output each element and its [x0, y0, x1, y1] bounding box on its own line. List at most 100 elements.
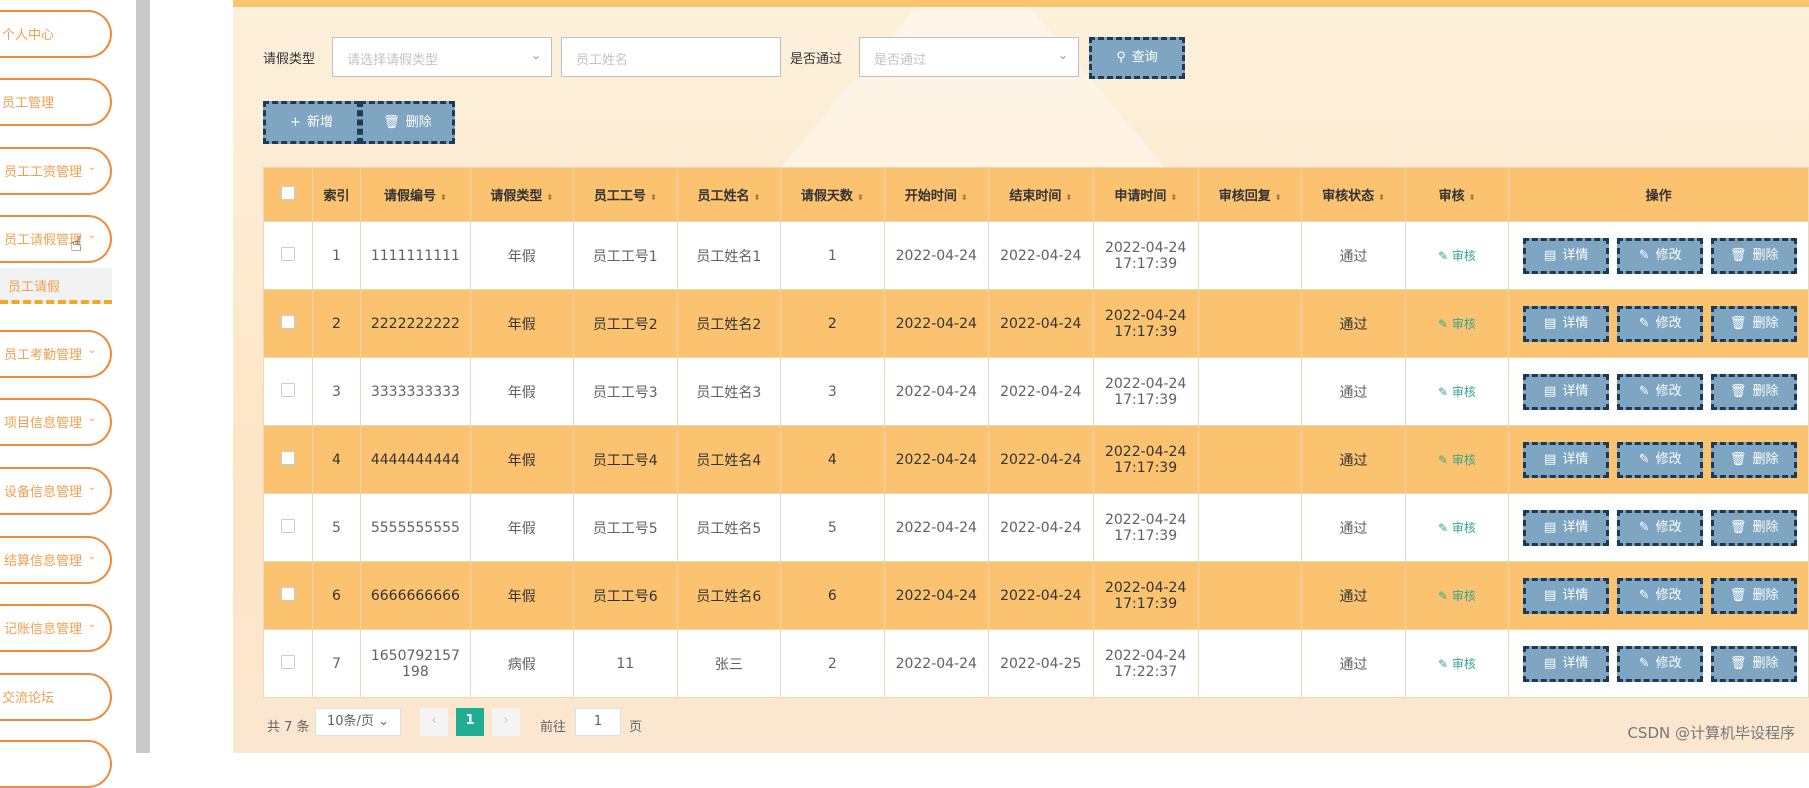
row-checkbox-cell[interactable]	[263, 221, 313, 290]
row-checkbox-cell[interactable]	[263, 561, 313, 630]
sidebar-item-salary[interactable]: 员工工资管理 ⌄	[0, 147, 112, 195]
page-size-select[interactable]: 10条/页 ⌄	[315, 708, 401, 736]
column-header[interactable]: 审核回复 ⬍	[1197, 167, 1303, 222]
sort-icon[interactable]: ⬍	[753, 193, 760, 202]
edit-button[interactable]: ✎ 修改	[1617, 237, 1704, 274]
sidebar-item-project[interactable]: 项目信息管理 ⌄	[0, 398, 112, 446]
detail-button[interactable]: ▤ 详情	[1523, 305, 1610, 342]
document-icon: ▤	[1544, 315, 1557, 331]
sort-icon[interactable]: ⬍	[1469, 193, 1476, 202]
sidebar-item-forum[interactable]: 交流论坛	[0, 673, 112, 721]
row-checkbox-cell[interactable]	[263, 289, 313, 358]
edit-button[interactable]: ✎ 修改	[1617, 509, 1704, 546]
next-page-button[interactable]: ›	[492, 708, 520, 736]
row-checkbox-cell[interactable]	[263, 425, 313, 494]
leave-type-placeholder: 请选择请假类型	[347, 53, 439, 68]
cell-employee-no: 员工工号3	[572, 357, 678, 426]
delete-button[interactable]: 🗑 删除	[360, 101, 455, 144]
sidebar-item-employee[interactable]: 员工管理	[0, 78, 112, 126]
page-number: 1	[465, 713, 475, 728]
edit-button[interactable]: ✎ 修改	[1617, 441, 1704, 478]
sort-icon[interactable]: ⬍	[1275, 193, 1282, 202]
select-all-checkbox[interactable]	[280, 185, 295, 200]
cell-leave-no: 1111111111	[360, 221, 471, 290]
audit-link[interactable]: ✎ 审核	[1438, 249, 1476, 263]
column-header[interactable]: 审核状态 ⬍	[1301, 167, 1406, 222]
column-header[interactable]: 请假类型 ⬍	[469, 167, 574, 222]
audit-link[interactable]: ✎ 审核	[1438, 589, 1476, 603]
column-header[interactable]: 申请时间 ⬍	[1092, 167, 1199, 222]
row-checkbox[interactable]	[280, 450, 295, 465]
sidebar-item-equipment[interactable]: 设备信息管理 ⌄	[0, 467, 112, 515]
edit-button[interactable]: ✎ 修改	[1617, 645, 1704, 682]
row-checkbox[interactable]	[280, 518, 295, 533]
cell-leave-type: 年假	[469, 357, 574, 426]
row-checkbox-cell[interactable]	[263, 629, 313, 698]
sidebar-item-attendance[interactable]: 员工考勤管理 ⌄	[0, 330, 112, 378]
row-checkbox[interactable]	[280, 654, 295, 669]
cell-reply	[1197, 357, 1303, 426]
row-checkbox[interactable]	[280, 314, 295, 329]
audit-link[interactable]: ✎ 审核	[1438, 317, 1476, 331]
detail-button[interactable]: ▤ 详情	[1523, 645, 1610, 682]
audit-link[interactable]: ✎ 审核	[1438, 657, 1476, 671]
sort-icon[interactable]: ⬍	[440, 193, 447, 202]
passed-select[interactable]: 是否通过 ⌄	[859, 37, 1079, 77]
sidebar-item-personal-center[interactable]: 个人中心	[0, 10, 112, 58]
cell-start-date: 2022-04-24	[883, 357, 989, 426]
row-delete-button[interactable]: 🗑 删除	[1711, 441, 1798, 478]
edit-button[interactable]: ✎ 修改	[1617, 373, 1704, 410]
audit-link[interactable]: ✎ 审核	[1438, 385, 1476, 399]
row-checkbox[interactable]	[280, 586, 295, 601]
row-delete-button[interactable]: 🗑 删除	[1711, 509, 1798, 546]
prev-page-button[interactable]: ‹	[420, 708, 448, 736]
page-1-button[interactable]: 1	[456, 708, 484, 736]
detail-button[interactable]: ▤ 详情	[1523, 441, 1610, 478]
sort-icon[interactable]: ⬍	[546, 193, 553, 202]
sidebar-item-accounting[interactable]: 记账信息管理 ⌄	[0, 604, 112, 652]
column-header[interactable]: 结束时间 ⬍	[988, 167, 1094, 222]
select-all-checkbox-cell[interactable]	[263, 167, 313, 222]
edit-button[interactable]: ✎ 修改	[1617, 577, 1704, 614]
sidebar-scrollbar[interactable]	[136, 0, 150, 753]
edit-button[interactable]: ✎ 修改	[1617, 305, 1704, 342]
row-delete-button[interactable]: 🗑 删除	[1711, 577, 1798, 614]
cell-audit: ✎ 审核	[1404, 629, 1510, 698]
detail-button[interactable]: ▤ 详情	[1523, 577, 1610, 614]
employee-name-input[interactable]: 员工姓名	[561, 37, 781, 77]
column-header[interactable]: 员工工号 ⬍	[572, 167, 678, 222]
row-delete-button[interactable]: 🗑 删除	[1711, 305, 1798, 342]
row-checkbox-cell[interactable]	[263, 357, 313, 426]
row-checkbox[interactable]	[280, 382, 295, 397]
sort-icon[interactable]: ⬍	[1378, 193, 1385, 202]
detail-button[interactable]: ▤ 详情	[1523, 237, 1610, 274]
audit-link[interactable]: ✎ 审核	[1438, 453, 1476, 467]
goto-page-input[interactable]: 1	[575, 708, 621, 736]
sidebar-subitem-leave[interactable]: 员工请假	[0, 268, 112, 304]
column-header[interactable]: 审核 ⬍	[1404, 167, 1510, 222]
query-button[interactable]: ⚲ 查询	[1089, 37, 1185, 79]
sort-icon[interactable]: ⬍	[650, 193, 657, 202]
detail-button[interactable]: ▤ 详情	[1523, 373, 1610, 410]
row-checkbox-cell[interactable]	[263, 493, 313, 562]
column-header[interactable]: 员工姓名 ⬍	[676, 167, 782, 222]
sort-icon[interactable]: ⬍	[857, 193, 864, 202]
add-button[interactable]: + 新增	[263, 101, 360, 144]
sort-icon[interactable]: ⬍	[1170, 193, 1177, 202]
column-header[interactable]: 请假编号 ⬍	[360, 167, 471, 222]
pencil-icon: ✎	[1638, 519, 1650, 535]
row-checkbox[interactable]	[280, 246, 295, 261]
leave-type-select[interactable]: 请选择请假类型 ⌄	[332, 37, 552, 77]
sidebar-item-settlement[interactable]: 结算信息管理 ⌄	[0, 536, 112, 584]
sort-icon[interactable]: ⬍	[1065, 193, 1072, 202]
audit-link[interactable]: ✎ 审核	[1438, 521, 1476, 535]
sidebar-item-leave[interactable]: 员工请假管理 ⌄	[0, 215, 112, 263]
row-delete-button[interactable]: 🗑 删除	[1711, 373, 1798, 410]
sidebar-item-more[interactable]	[0, 740, 112, 788]
sort-icon[interactable]: ⬍	[961, 193, 968, 202]
detail-button[interactable]: ▤ 详情	[1523, 509, 1610, 546]
column-header[interactable]: 请假天数 ⬍	[780, 167, 885, 222]
row-delete-button[interactable]: 🗑 删除	[1711, 237, 1798, 274]
column-header[interactable]: 开始时间 ⬍	[883, 167, 989, 222]
row-delete-button[interactable]: 🗑 删除	[1711, 645, 1798, 682]
